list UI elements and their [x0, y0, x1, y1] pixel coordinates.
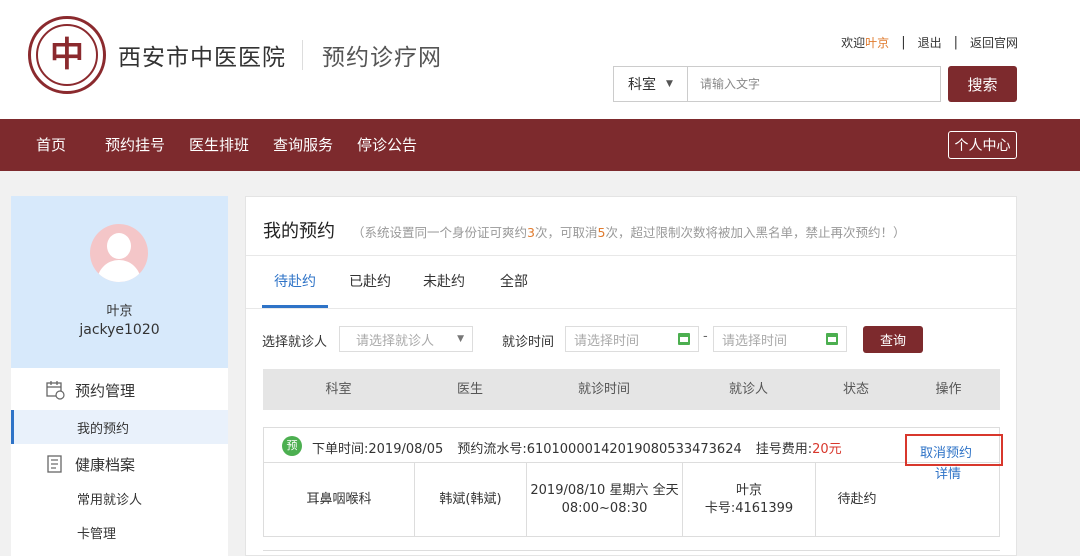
nav-item-suspension-notice[interactable]: 停诊公告: [357, 119, 417, 171]
sidebar-item-card-management[interactable]: 卡管理: [11, 515, 228, 549]
site-title: 西安市中医医院: [118, 45, 286, 71]
date-range-dash: -: [703, 329, 708, 344]
note-text: （系统设置同一个身份证可爽约: [352, 225, 528, 240]
search-box: 科室 ▼: [613, 66, 941, 102]
order-meta: 下单时间:2019/08/05 预约流水号:6101000014201908053…: [312, 438, 842, 457]
chevron-down-icon: ▼: [666, 79, 673, 89]
order-serial-number: 预约流水号:61010000142019080533473624: [457, 442, 742, 457]
divider: |: [901, 35, 906, 50]
end-date-placeholder: 请选择时间: [722, 333, 788, 349]
logout-link[interactable]: 退出: [918, 34, 942, 51]
avatar: [90, 224, 148, 282]
column-header-patient: 就诊人: [728, 382, 768, 397]
card-number: 卡号:4161399: [704, 500, 794, 516]
visit-date: 2019/08/10 星期六 全天: [530, 482, 679, 498]
nav-item-doctor-schedule[interactable]: 医生排班: [189, 119, 249, 171]
profile-username: jackye1020: [79, 322, 160, 338]
table-header: 科室 医生 就诊时间 就诊人 状态 操作: [263, 369, 1000, 410]
doctor-name: 韩斌(韩斌): [439, 491, 502, 507]
patient-name: 叶京: [735, 482, 762, 498]
patient-select[interactable]: 请选择就诊人 ▼: [339, 326, 473, 352]
cell-patient: 叶京 卡号:4161399: [683, 463, 816, 536]
query-button[interactable]: 查询: [863, 326, 923, 353]
personal-center-button[interactable]: 个人中心: [948, 131, 1017, 159]
current-user-name[interactable]: 叶京: [865, 34, 889, 51]
site-subtitle: 预约诊疗网: [322, 45, 442, 71]
sidebar-section-health-records[interactable]: 健康档案: [11, 446, 228, 482]
patient-filter-label: 选择就诊人: [262, 335, 328, 350]
hospital-logo[interactable]: 中: [28, 16, 106, 94]
avatar-body-shape: [97, 260, 141, 282]
calendar-icon[interactable]: [678, 333, 690, 345]
logo-inner-ring: 中: [36, 24, 98, 86]
column-header-actions: 操作: [935, 382, 962, 397]
search-category-label: 科室: [628, 77, 657, 93]
cell-status: 待赴约: [816, 463, 898, 536]
calendar-icon: [45, 380, 65, 400]
search-category-select[interactable]: 科室 ▼: [614, 67, 688, 101]
start-date-input[interactable]: 请选择时间: [565, 326, 699, 352]
logo-glyph: 中: [50, 35, 84, 75]
top-links: 欢迎 叶京 | 退出 | 返回官网: [841, 34, 1018, 51]
title-divider: [302, 40, 303, 70]
table-row: 耳鼻咽喉科 韩斌(韩斌) 2019/08/10 星期六 全天 08:00~08:…: [264, 463, 999, 536]
tab-pending[interactable]: 待赴约: [262, 256, 328, 308]
end-date-input[interactable]: 请选择时间: [713, 326, 847, 352]
visit-time-label: 就诊时间: [502, 335, 555, 350]
page-title: 我的预约: [263, 221, 335, 242]
appointments-panel: 我的预约 （系统设置同一个身份证可爽约3次，可取消5次，超过限制次数将被加入黑名…: [245, 196, 1017, 556]
order-time: 下单时间:2019/08/05: [312, 442, 444, 457]
chevron-down-icon: ▼: [457, 334, 464, 344]
start-date-placeholder: 请选择时间: [574, 333, 640, 349]
cell-doctor: 韩斌(韩斌): [415, 463, 527, 536]
tab-missed[interactable]: 未赴约: [416, 256, 472, 308]
status-badge: 待赴约: [837, 491, 877, 507]
note-text: 次，超过限制次数将被加入黑名单，禁止再次预约！）: [605, 225, 906, 240]
back-home-link[interactable]: 返回官网: [970, 34, 1018, 51]
sidebar-section-label: 预约管理: [75, 381, 136, 400]
appointment-card-header: 预 下单时间:2019/08/05 预约流水号:61010000142019080…: [264, 428, 999, 463]
appointment-badge: 预: [282, 436, 302, 456]
no-show-limit: 3: [527, 225, 535, 240]
site-header: 中 西安市中医医院 预约诊疗网 欢迎 叶京 | 退出 | 返回官网 科室 ▼ 搜…: [0, 0, 1080, 119]
avatar-head-shape: [107, 233, 131, 259]
appointment-card: 预 下单时间:2019/08/05 预约流水号:61010000142019080…: [263, 427, 1003, 537]
search-input[interactable]: [688, 67, 940, 101]
divider: [263, 550, 1000, 551]
appointment-tabs: 待赴约 已赴约 未赴约 全部: [246, 256, 1016, 309]
sidebar-item-my-appointments[interactable]: 我的预约: [11, 410, 228, 444]
department-name: 耳鼻咽喉科: [306, 491, 372, 507]
welcome-text: 欢迎: [841, 36, 866, 50]
booking-rules-note: （系统设置同一个身份证可爽约3次，可取消5次，超过限制次数将被加入黑名单，禁止再…: [352, 222, 905, 241]
calendar-icon[interactable]: [826, 333, 838, 345]
search-button[interactable]: 搜索: [948, 66, 1017, 102]
column-header-department: 科室: [325, 382, 352, 397]
visit-time-slot: 08:00~08:30: [561, 500, 648, 516]
nav-item-query-service[interactable]: 查询服务: [273, 119, 333, 171]
main-nav: 首页 预约挂号 医生排班 查询服务 停诊公告: [0, 119, 1080, 171]
column-header-doctor: 医生: [456, 382, 483, 397]
sidebar-item-frequent-patients[interactable]: 常用就诊人: [11, 481, 228, 515]
sidebar-section-appointment-management[interactable]: 预约管理: [11, 372, 228, 408]
cell-department: 耳鼻咽喉科: [264, 463, 415, 536]
sidebar-section-label: 健康档案: [75, 455, 136, 474]
profile-card: 叶京 jackye1020: [11, 196, 228, 368]
note-text: 次，可取消: [534, 225, 598, 240]
cancel-appointment-link[interactable]: 取消预约: [920, 442, 972, 461]
tab-attended[interactable]: 已赴约: [342, 256, 398, 308]
fee-label: 挂号费用:: [755, 442, 813, 457]
profile-name: 叶京: [106, 304, 133, 319]
fee-value: 20元: [812, 442, 842, 457]
nav-item-booking[interactable]: 预约挂号: [105, 119, 165, 171]
patient-select-placeholder: 请选择就诊人: [356, 333, 435, 349]
tab-all[interactable]: 全部: [490, 256, 538, 308]
nav-item-home[interactable]: 首页: [36, 119, 66, 171]
cell-visit-time: 2019/08/10 星期六 全天 08:00~08:30: [527, 463, 683, 536]
column-header-status: 状态: [842, 382, 869, 397]
column-header-visit-time: 就诊时间: [577, 382, 630, 397]
file-list-icon: [45, 454, 65, 474]
sidebar: 叶京 jackye1020 预约管理 我的预约 健康档案 常用就诊人 卡管理: [11, 196, 228, 556]
divider: |: [953, 35, 958, 50]
details-link[interactable]: 详情: [935, 463, 961, 482]
